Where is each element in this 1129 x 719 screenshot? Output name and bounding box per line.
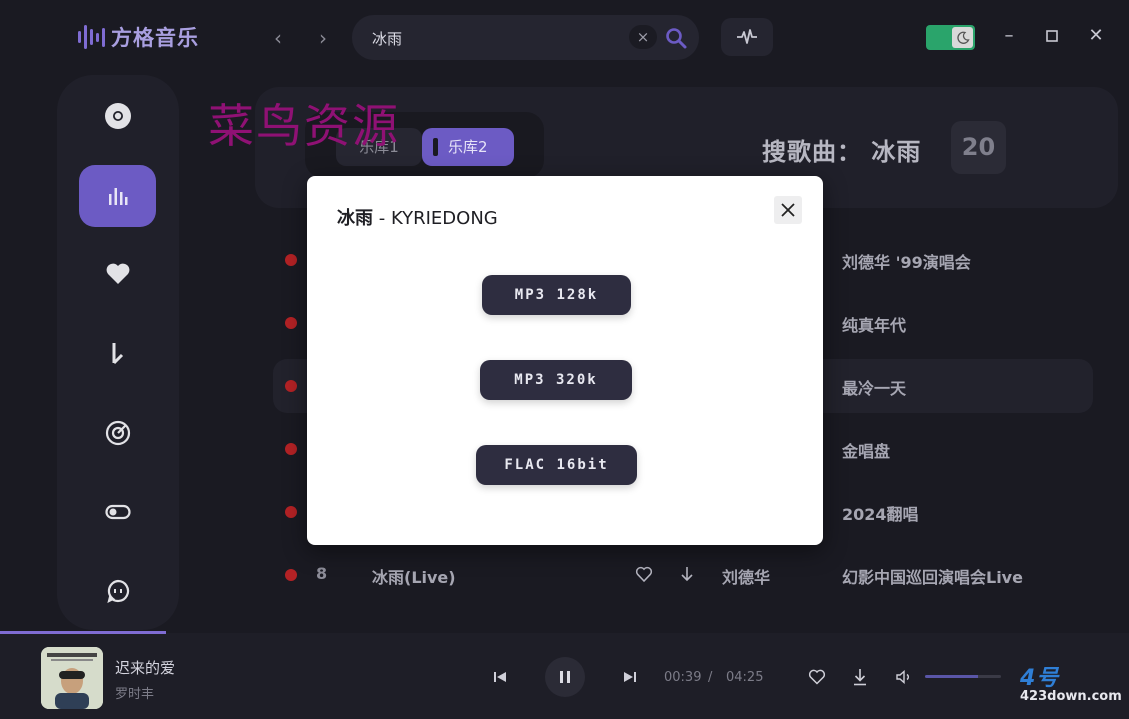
song-album[interactable]: 2024翻唱 [842,501,919,525]
album-cover[interactable] [41,647,103,709]
skip-back-icon [494,672,506,682]
song-title[interactable]: 冰雨(Live) [372,564,456,588]
song-dot [285,443,297,455]
quality-mp3-320-button[interactable]: MP3 320k [480,360,632,400]
download-icon[interactable] [678,564,696,584]
download-quality-dialog: 冰雨 - KYRIEDONG MP3 128k MP3 320k FLAC 16… [307,176,823,545]
toggle-icon [104,504,131,520]
time-separator: / [708,670,713,685]
heart-outline-icon [808,669,826,685]
heart-outline-icon[interactable] [635,565,653,583]
sidebar-item-radar[interactable] [79,402,156,464]
app-logo: 方格音乐 [78,22,199,52]
dialog-separator: - [373,208,391,229]
quality-mp3-128-button[interactable]: MP3 128k [482,275,631,315]
search-input[interactable]: 冰雨 [372,28,402,49]
song-dot [285,380,297,392]
song-dot [285,317,297,329]
heart-icon [106,263,129,284]
song-row[interactable]: 8 冰雨(Live) 刘德华 幻影中国巡回演唱会Live [273,548,1093,602]
favorite-button[interactable] [806,667,828,687]
tab-label: 乐库2 [448,138,488,156]
download-arrow-icon [112,343,123,365]
watermark-text: 菜鸟资源 [208,99,400,153]
close-window-button[interactable]: ✕ [1086,25,1106,47]
back-button[interactable]: ‹ [268,26,288,50]
playback-progress[interactable] [0,631,166,634]
pause-icon [560,671,570,683]
song-album[interactable]: 纯真年代 [842,312,906,336]
sidebar-item-favorites[interactable] [79,243,156,305]
dialog-close-button[interactable] [774,196,802,224]
site-watermark: 4号 423down.com [1020,660,1122,704]
volume-button[interactable] [894,667,914,687]
download-button[interactable] [850,666,870,688]
next-track-button[interactable] [620,667,640,687]
song-dot [285,506,297,518]
song-number: 8 [316,564,328,583]
sidebar-item-about[interactable] [79,560,156,622]
song-album[interactable]: 幻影中国巡回演唱会Live [842,564,1023,588]
sidebar-item-download[interactable] [79,323,156,385]
sidebar [57,75,179,630]
now-playing-artist: 罗时丰 [115,687,155,702]
forward-button[interactable]: › [313,26,333,50]
song-dot [285,569,297,581]
minimize-button[interactable]: – [999,25,1019,47]
search-box: 冰雨 × [352,15,699,60]
cover-art-image [41,647,103,709]
dialog-song-name: 冰雨 [337,208,373,229]
site-watermark-logo: 4号 [1020,666,1060,691]
current-time: 00:39 [664,670,702,685]
sidebar-item-chart[interactable] [79,165,156,227]
app-name: 方格音乐 [111,26,199,50]
waveform-icon [737,29,757,44]
quality-flac-16bit-button[interactable]: FLAC 16bit [476,445,637,485]
song-album[interactable]: 最冷一天 [842,375,906,399]
previous-track-button[interactable] [490,667,510,687]
sidebar-item-disc[interactable] [79,85,156,147]
chat-face-icon [106,579,129,603]
song-album[interactable]: 刘德华 '99演唱会 [842,249,971,273]
disc-icon [104,103,131,129]
visualizer-button[interactable] [721,18,773,56]
dialog-title: 冰雨 - KYRIEDONG [337,204,498,230]
bar-chart-icon [108,188,127,205]
dialog-artist-name: KYRIEDONG [390,208,498,229]
results-count: 20 [951,121,1006,174]
now-playing-title: 迟来的爱 [115,659,176,677]
volume-slider[interactable] [925,675,1001,678]
close-icon [781,203,795,217]
logo-icon [78,23,105,51]
moon-icon [952,27,973,48]
theme-toggle[interactable] [926,25,975,50]
sidebar-item-settings[interactable] [79,481,156,543]
active-tab-indicator [433,138,438,156]
results-title: 搜歌曲： 冰雨 [762,138,922,166]
speaker-icon [896,670,909,684]
maximize-button[interactable] [1042,25,1062,47]
tab-library-2[interactable]: 乐库2 [422,128,514,166]
title-bar: 方格音乐 ‹ › 冰雨 × – ✕ [0,0,1129,74]
download-icon [854,669,866,686]
pause-button[interactable] [545,657,585,697]
song-artist[interactable]: 刘德华 [722,564,770,588]
maximize-icon [1046,30,1058,42]
site-watermark-url: 423down.com [1020,689,1122,704]
search-icon[interactable] [664,26,688,50]
skip-forward-icon [624,672,636,682]
clear-search-button[interactable]: × [629,25,657,49]
total-time: 04:25 [726,670,764,685]
radar-icon [105,420,130,446]
song-dot [285,254,297,266]
song-album[interactable]: 金唱盘 [842,438,890,462]
